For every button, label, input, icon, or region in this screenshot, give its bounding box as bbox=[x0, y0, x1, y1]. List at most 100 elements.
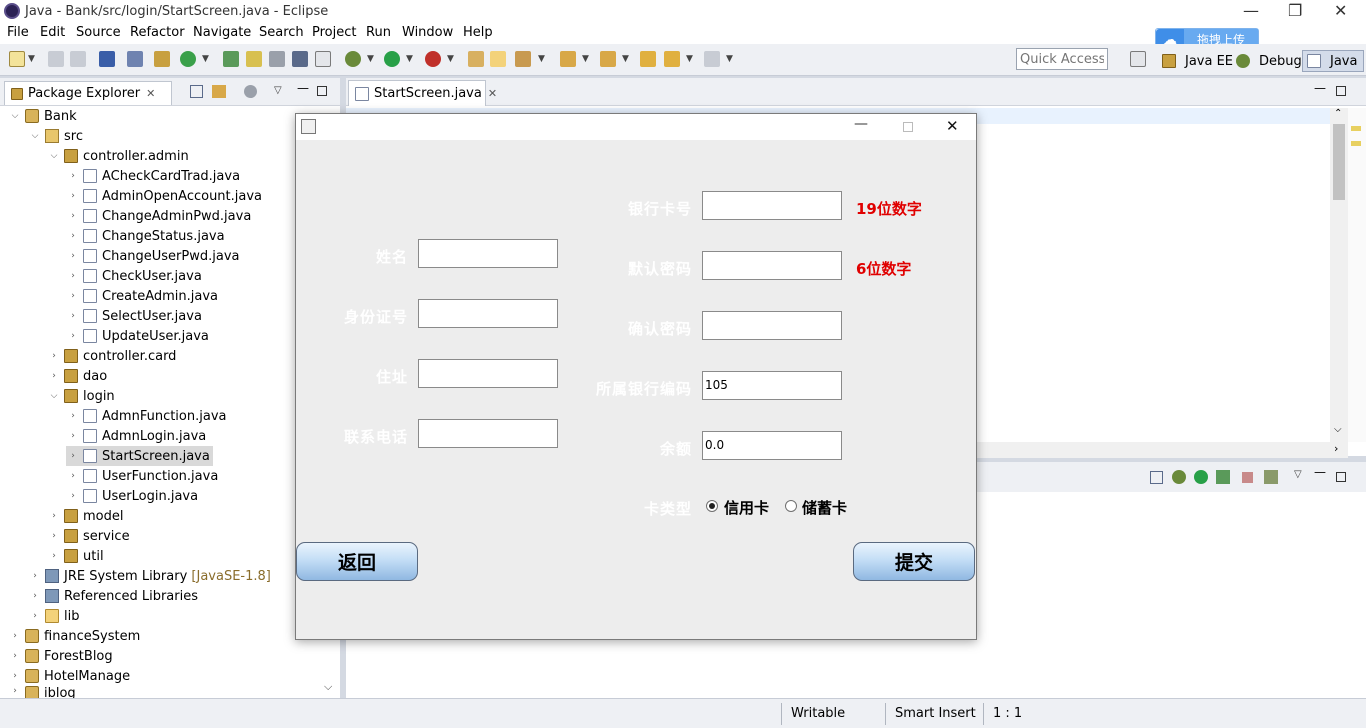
link-editor-icon[interactable] bbox=[212, 85, 226, 98]
scrollbar-thumb[interactable] bbox=[1333, 124, 1345, 200]
tree-package-controller-admin[interactable]: ⌵ controller.admin bbox=[47, 146, 189, 166]
tree-file[interactable]: › UpdateUser.java bbox=[66, 326, 209, 346]
menu-project[interactable]: Project bbox=[312, 25, 356, 40]
forward-dropdown-icon[interactable]: ▼ bbox=[726, 54, 733, 64]
card-number-input[interactable] bbox=[702, 191, 842, 220]
open-perspective-icon[interactable] bbox=[1130, 51, 1146, 67]
display-icon[interactable] bbox=[1264, 470, 1278, 484]
save-icon[interactable] bbox=[48, 51, 64, 67]
minimize-view-icon[interactable]: — bbox=[297, 81, 309, 95]
tree-package-controller-card[interactable]: › controller.card bbox=[47, 346, 176, 366]
open-type-icon[interactable] bbox=[223, 51, 239, 67]
external-tools-icon[interactable] bbox=[425, 51, 441, 67]
close-tab-icon[interactable]: ✕ bbox=[146, 87, 155, 100]
menu-file[interactable]: File bbox=[7, 25, 29, 40]
debit-card-label[interactable]: 储蓄卡 bbox=[802, 497, 847, 518]
tree-folder-src[interactable]: ⌵ src bbox=[28, 126, 83, 146]
new-server-icon[interactable] bbox=[468, 51, 484, 67]
tree-file[interactable]: › ChangeAdminPwd.java bbox=[66, 206, 251, 226]
run-dropdown-icon[interactable]: ▼ bbox=[406, 54, 413, 64]
tree-package-login[interactable]: ⌵ login bbox=[47, 386, 115, 406]
tree-file[interactable]: › CheckUser.java bbox=[66, 266, 202, 286]
last-edit-icon[interactable] bbox=[640, 51, 656, 67]
tree-package-service[interactable]: › service bbox=[47, 526, 129, 546]
tree-file[interactable]: › UserLogin.java bbox=[66, 486, 198, 506]
save-all-icon[interactable] bbox=[70, 51, 86, 67]
close-tab-icon[interactable]: ✕ bbox=[488, 87, 497, 100]
maximize-view-icon[interactable] bbox=[317, 86, 327, 96]
show-whitespace-icon[interactable] bbox=[315, 51, 331, 67]
debit-card-radio[interactable] bbox=[785, 500, 797, 512]
address-input[interactable] bbox=[418, 359, 558, 388]
menu-window[interactable]: Window bbox=[402, 25, 453, 40]
new-icon[interactable] bbox=[9, 51, 25, 67]
block-selection-icon[interactable] bbox=[292, 51, 308, 67]
tree-file[interactable]: › CreateAdmin.java bbox=[66, 286, 218, 306]
scroll-up-icon[interactable]: ⌃ bbox=[1334, 108, 1342, 119]
credit-card-label[interactable]: 信用卡 bbox=[724, 497, 769, 518]
tree-package-util[interactable]: › util bbox=[47, 546, 103, 566]
resume-icon[interactable] bbox=[1194, 470, 1208, 484]
tree-project-hotelmanage[interactable]: › HotelManage bbox=[8, 666, 130, 686]
highlight-icon[interactable] bbox=[246, 51, 262, 67]
scroll-right-icon[interactable]: › bbox=[1334, 442, 1338, 455]
perspective-java[interactable]: Java bbox=[1302, 50, 1365, 72]
tree-file-selected[interactable]: › StartScreen.java bbox=[66, 446, 213, 466]
back-button[interactable]: 返回 bbox=[296, 542, 418, 581]
collapse-icon[interactable] bbox=[1150, 471, 1163, 484]
package-explorer-tab[interactable]: Package Explorer ✕ bbox=[4, 81, 172, 105]
debug-dropdown-icon[interactable]: ▼ bbox=[367, 54, 374, 64]
restore-button[interactable]: ❐ bbox=[1288, 1, 1302, 20]
external-tools-dropdown-icon[interactable]: ▼ bbox=[447, 54, 454, 64]
tree-file[interactable]: › AdmnFunction.java bbox=[66, 406, 226, 426]
menu-search[interactable]: Search bbox=[259, 25, 304, 40]
next-annotation-dropdown-icon[interactable]: ▼ bbox=[582, 54, 589, 64]
tree-file[interactable]: › UserFunction.java bbox=[66, 466, 218, 486]
minimize-view-icon[interactable]: — bbox=[1314, 465, 1326, 479]
refresh-icon[interactable] bbox=[180, 51, 196, 67]
next-annotation-icon[interactable] bbox=[560, 51, 576, 67]
editor-vertical-scrollbar[interactable]: ⌃ ⌵ bbox=[1330, 108, 1348, 442]
scroll-down-icon[interactable]: ⌵ bbox=[1334, 424, 1342, 435]
editor-tab-startscreen[interactable]: StartScreen.java ✕ bbox=[348, 80, 497, 106]
forward-icon[interactable] bbox=[704, 51, 720, 67]
tree-project-bank[interactable]: ⌵ Bank bbox=[8, 106, 77, 126]
menu-source[interactable]: Source bbox=[76, 25, 121, 40]
name-input[interactable] bbox=[418, 239, 558, 268]
quick-access-input[interactable] bbox=[1016, 48, 1108, 70]
minimize-button[interactable]: — bbox=[1243, 1, 1259, 20]
view-menu-icon[interactable]: ▽ bbox=[274, 85, 282, 96]
menu-refactor[interactable]: Refactor bbox=[130, 25, 185, 40]
tree-project-iblog[interactable]: › iblog bbox=[8, 686, 76, 698]
phone-input[interactable] bbox=[418, 419, 558, 448]
search-dropdown-icon[interactable]: ▼ bbox=[538, 54, 545, 64]
tree-project-forestblog[interactable]: › ForestBlog bbox=[8, 646, 112, 666]
menu-edit[interactable]: Edit bbox=[40, 25, 65, 40]
collapse-all-icon[interactable] bbox=[190, 85, 203, 98]
perspective-java-ee[interactable]: Java EE bbox=[1162, 50, 1233, 72]
view-menu-icon[interactable]: ▽ bbox=[1294, 469, 1302, 480]
terminate-icon[interactable] bbox=[1242, 472, 1253, 483]
prev-annotation-icon[interactable] bbox=[600, 51, 616, 67]
id-number-input[interactable] bbox=[418, 299, 558, 328]
tree-package-model[interactable]: › model bbox=[47, 506, 123, 526]
credit-card-radio[interactable] bbox=[706, 500, 718, 512]
back-dropdown-icon[interactable]: ▼ bbox=[686, 54, 693, 64]
new-dropdown-icon[interactable]: ▼ bbox=[28, 54, 35, 64]
tree-project-financesystem[interactable]: › financeSystem bbox=[8, 626, 140, 646]
minimize-editor-icon[interactable]: — bbox=[1314, 81, 1326, 95]
confirm-password-input[interactable] bbox=[702, 311, 842, 340]
balance-input[interactable]: 0.0 bbox=[702, 431, 842, 460]
close-button[interactable]: ✕ bbox=[1334, 1, 1347, 20]
default-password-input[interactable] bbox=[702, 251, 842, 280]
bank-code-input[interactable]: 105 bbox=[702, 371, 842, 400]
tree-folder-lib[interactable]: › lib bbox=[28, 606, 79, 626]
dialog-minimize-button[interactable]: — bbox=[854, 116, 868, 132]
tree-file[interactable]: › ChangeStatus.java bbox=[66, 226, 224, 246]
maximize-editor-icon[interactable] bbox=[1336, 86, 1346, 96]
dialog-close-button[interactable]: ✕ bbox=[946, 117, 959, 135]
step-icon[interactable] bbox=[1216, 470, 1230, 484]
refresh-dropdown-icon[interactable]: ▼ bbox=[202, 54, 209, 64]
maximize-view-icon[interactable] bbox=[1336, 472, 1346, 482]
back-icon[interactable] bbox=[664, 51, 680, 67]
